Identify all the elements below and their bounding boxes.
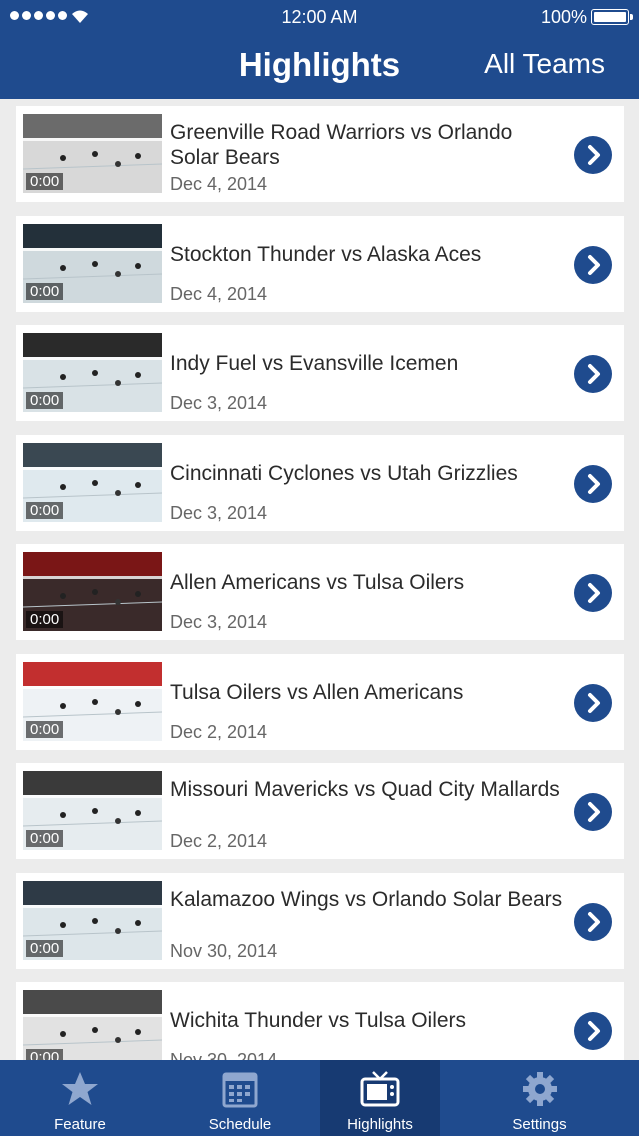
battery-icon (591, 9, 633, 25)
video-duration: 0:00 (26, 720, 64, 738)
highlight-date: Nov 30, 2014 (170, 1050, 278, 1060)
highlight-title: Kalamazoo Wings vs Orlando Solar Bears (170, 887, 563, 911)
video-duration: 0:00 (26, 501, 64, 519)
video-duration: 0:00 (26, 282, 64, 300)
chevron-right-icon[interactable] (574, 464, 612, 503)
video-duration: 0:00 (26, 611, 64, 628)
tab-label: Settings (512, 1116, 567, 1133)
tab-label: Feature (54, 1116, 106, 1133)
chevron-right-icon[interactable] (574, 136, 612, 174)
highlight-row[interactable]: 0:00 Stockton Thunder vs Alaska Aces Dec 4… (16, 215, 624, 312)
highlight-title: Tulsa Oilers vs Allen Americans (170, 680, 464, 704)
highlight-title: Allen Americans vs Tulsa Oilers (170, 571, 465, 594)
chevron-right-icon[interactable] (574, 902, 612, 941)
highlight-title: Wichita Thunder vs Tulsa Oilers (170, 1009, 467, 1032)
tab-label: Highlights (347, 1116, 413, 1133)
video-thumbnail[interactable]: 0:00 (23, 114, 162, 193)
video-thumbnail[interactable]: 0:00 (23, 880, 162, 960)
highlight-date: Dec 2, 2014 (170, 721, 268, 742)
highlight-row[interactable]: 0:00 Greenville Road Warriors vs Orlando … (16, 106, 624, 202)
highlight-row[interactable]: 0:00 Wichita Thunder vs Tulsa Oilers Nov 3… (16, 982, 624, 1060)
chevron-right-icon[interactable] (574, 1012, 612, 1050)
video-thumbnail[interactable]: 0:00 (23, 333, 162, 412)
highlight-row[interactable]: 0:00 Cincinnati Cyclones vs Utah Grizzlie… (16, 434, 624, 531)
video-thumbnail[interactable]: 0:00 (23, 661, 162, 741)
video-thumbnail[interactable]: 0:00 (23, 990, 162, 1060)
highlight-date: Dec 4, 2014 (170, 283, 268, 304)
battery-percent: 100% (540, 7, 587, 27)
tv-icon (360, 1070, 400, 1113)
video-thumbnail[interactable]: 0:00 (23, 442, 162, 522)
gear-icon (521, 1070, 559, 1113)
highlight-title: Stockton Thunder vs Alaska Aces (170, 242, 482, 266)
status-bar: 12:00 AM 100% (0, 0, 639, 34)
highlight-row[interactable]: 0:00 Allen Americans vs Tulsa Oilers Dec 3… (16, 544, 624, 640)
highlight-date: Dec 3, 2014 (170, 393, 268, 413)
chevron-right-icon[interactable] (574, 793, 612, 831)
highlight-date: Nov 30, 2014 (170, 940, 278, 961)
all-teams-button[interactable]: All Teams (484, 48, 605, 80)
highlight-row[interactable]: 0:00 Missouri Mavericks vs Quad City Mall… (16, 763, 624, 859)
chevron-right-icon[interactable] (574, 245, 612, 284)
video-duration: 0:00 (26, 173, 64, 190)
chevron-right-icon[interactable] (574, 574, 612, 612)
header: 12:00 AM 100% Highlights All Teams (0, 0, 639, 99)
video-thumbnail[interactable]: 0:00 (23, 223, 162, 303)
star-icon (60, 1070, 100, 1113)
highlight-date: Dec 2, 2014 (170, 831, 268, 851)
tab-highlights[interactable]: Highlights (320, 1060, 440, 1136)
tab-settings[interactable]: Settings (440, 1060, 639, 1136)
chevron-right-icon[interactable] (574, 355, 612, 393)
highlight-title: Missouri Mavericks vs Quad City Mallards (170, 778, 560, 801)
highlight-date: Dec 3, 2014 (170, 502, 268, 523)
chevron-right-icon[interactable] (574, 683, 612, 722)
video-duration: 0:00 (26, 939, 64, 957)
highlight-row[interactable]: 0:00 Tulsa Oilers vs Allen Americans Dec 2… (16, 653, 624, 750)
video-duration: 0:00 (26, 830, 64, 847)
tab-feature[interactable]: Feature (0, 1060, 160, 1136)
tab-label: Schedule (208, 1116, 272, 1133)
highlight-date: Dec 4, 2014 (170, 174, 268, 194)
highlights-list[interactable]: 0:00 Greenville Road Warriors vs Orlando … (0, 99, 639, 1060)
calendar-icon (222, 1070, 258, 1113)
video-thumbnail[interactable]: 0:00 (23, 552, 162, 631)
highlight-row[interactable]: 0:00 Indy Fuel vs Evansville Icemen Dec 3,… (16, 325, 624, 421)
highlight-title: Cincinnati Cyclones vs Utah Grizzlies (170, 461, 518, 485)
tab-schedule[interactable]: Schedule (160, 1060, 320, 1136)
highlight-row[interactable]: 0:00 Kalamazoo Wings vs Orlando Solar Bea… (16, 872, 624, 969)
video-thumbnail[interactable]: 0:00 (23, 771, 162, 850)
video-duration: 0:00 (26, 1049, 64, 1060)
video-duration: 0:00 (26, 392, 64, 409)
highlight-title: Indy Fuel vs Evansville Icemen (170, 352, 459, 375)
tab-bar: Feature Schedule Highlights Settings (0, 1060, 639, 1136)
highlight-title: Greenville Road Warriors vs Orlando Sola… (170, 121, 513, 169)
highlight-date: Dec 3, 2014 (170, 612, 268, 632)
